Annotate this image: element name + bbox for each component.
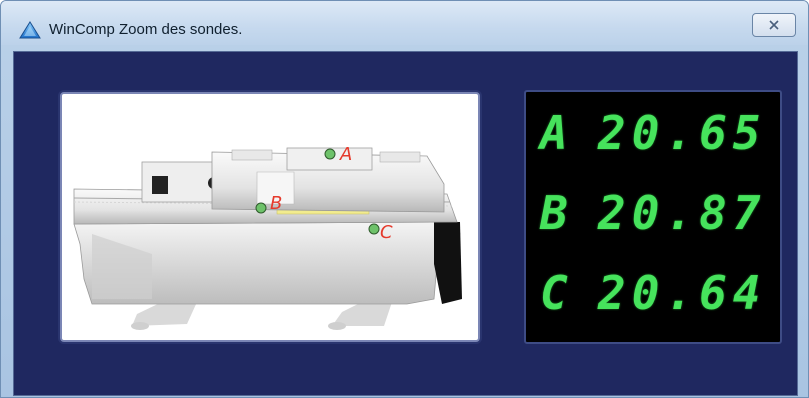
readout-letter: A <box>540 106 570 160</box>
title-bar[interactable]: WinComp Zoom des sondes. <box>1 1 808 45</box>
readout-letter: C <box>540 266 570 320</box>
readout-row-b: B 20.87 <box>526 186 780 256</box>
probe-a-label: A <box>339 144 352 165</box>
probe-c-label: C <box>380 222 393 243</box>
probe-readout-display: A 20.65 B 20.87 C 20.64 <box>524 90 782 344</box>
readout-row-a: A 20.65 <box>526 106 780 176</box>
readout-row-c: C 20.64 <box>526 266 780 336</box>
readout-value: 20.87 <box>598 186 767 240</box>
window-title: WinComp Zoom des sondes. <box>49 21 243 38</box>
probe-b-dot <box>255 202 267 214</box>
measuring-machine-illustration: A B C <box>73 144 462 330</box>
readout-value: 20.64 <box>598 266 767 320</box>
window: WinComp Zoom des sondes. A B C A 20.65 B… <box>0 0 809 398</box>
client-area: A B C A 20.65 B 20.87 C 20.64 <box>13 51 798 396</box>
probe-c-dot <box>368 223 380 235</box>
readout-value: 20.65 <box>598 106 767 160</box>
close-icon <box>769 20 779 30</box>
probe-b-label: B <box>270 193 282 214</box>
machine-image-panel: A B C <box>60 92 480 342</box>
close-button[interactable] <box>752 13 796 37</box>
readout-letter: B <box>540 186 570 240</box>
app-triangle-icon <box>19 21 41 39</box>
probe-a-dot <box>324 148 336 160</box>
